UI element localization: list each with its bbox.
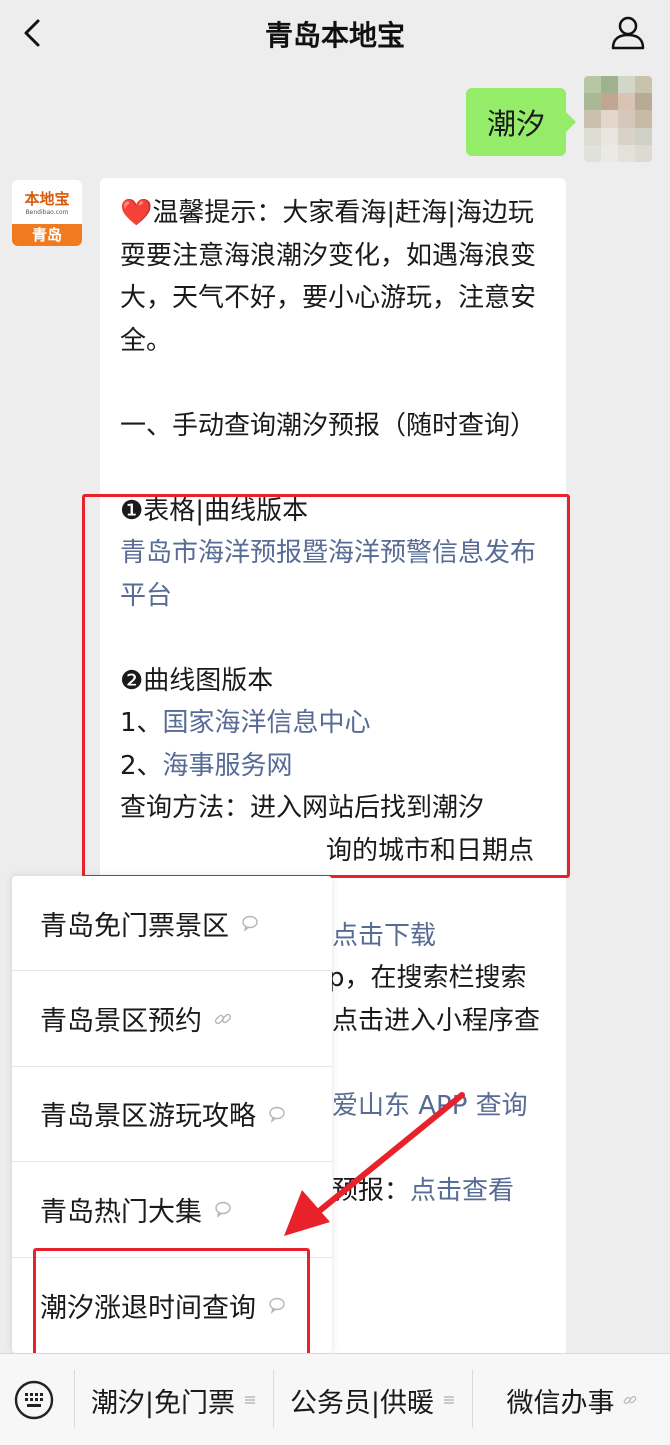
user-avatar[interactable] xyxy=(584,76,652,162)
menu-item-scenic-reservation[interactable]: 青岛景区预约 xyxy=(12,971,332,1067)
menu-lines-icon xyxy=(444,1396,455,1404)
page-title: 青岛本地宝 xyxy=(264,19,405,52)
heart-icon: ❤️ xyxy=(120,198,153,228)
menu-item-popular-markets[interactable]: 青岛热门大集 xyxy=(12,1162,332,1258)
forecast-link[interactable]: 点击查看 xyxy=(410,1176,514,1206)
top-bar: 青岛本地宝 xyxy=(0,0,670,66)
highlight-box xyxy=(82,494,570,878)
chat-bubble-icon xyxy=(242,915,258,932)
avatar-city: 青岛 xyxy=(12,224,82,246)
chat-bubble-icon xyxy=(269,1106,285,1123)
menu-item-label: 青岛景区预约 xyxy=(40,1006,202,1038)
tip-paragraph: ❤️温馨提示：大家看海|赶海|海边玩耍要注意海浪潮汐变化，如遇海浪变大，天气不好… xyxy=(120,198,537,356)
tab-wechat-services[interactable]: 微信办事 xyxy=(473,1354,670,1445)
link-icon xyxy=(214,1013,232,1024)
section1-title: 一、手动查询潮汐预报（随时查询） xyxy=(120,410,537,441)
menu-lines-icon xyxy=(245,1396,256,1404)
menu-item-label: 青岛热门大集 xyxy=(40,1196,202,1228)
outgoing-message-bubble[interactable]: 潮汐 xyxy=(466,88,576,156)
highlight-box-menu xyxy=(33,1248,310,1360)
menu-item-label: 青岛景区游玩攻略 xyxy=(40,1101,256,1133)
menu-item-travel-guide[interactable]: 青岛景区游玩攻略 xyxy=(12,1067,332,1163)
tab-label: 公务员|供暖 xyxy=(289,1387,435,1419)
bottom-menu-bar: 潮汐|免门票 公务员|供暖 微信办事 xyxy=(0,1353,670,1445)
chat-bubble-icon xyxy=(215,1202,231,1219)
avatar-url: Bendibao.com xyxy=(25,209,69,216)
tab-civil-servant-heating[interactable]: 公务员|供暖 xyxy=(274,1354,472,1445)
avatar-brand: 本地宝 xyxy=(24,190,70,208)
keyboard-icon[interactable] xyxy=(14,1380,54,1420)
menu-item-label: 青岛免门票景区 xyxy=(40,910,229,942)
tab-tide-free-tickets[interactable]: 潮汐|免门票 xyxy=(75,1354,273,1445)
link-icon xyxy=(623,1396,636,1404)
tab-label: 潮汐|免门票 xyxy=(90,1387,236,1419)
tab-label: 微信办事 xyxy=(506,1387,615,1419)
menu-item-free-scenic[interactable]: 青岛免门票景区 xyxy=(12,876,332,972)
user-profile-icon[interactable] xyxy=(610,14,646,50)
bot-avatar[interactable]: 本地宝 Bendibao.com 青岛 xyxy=(12,180,82,246)
